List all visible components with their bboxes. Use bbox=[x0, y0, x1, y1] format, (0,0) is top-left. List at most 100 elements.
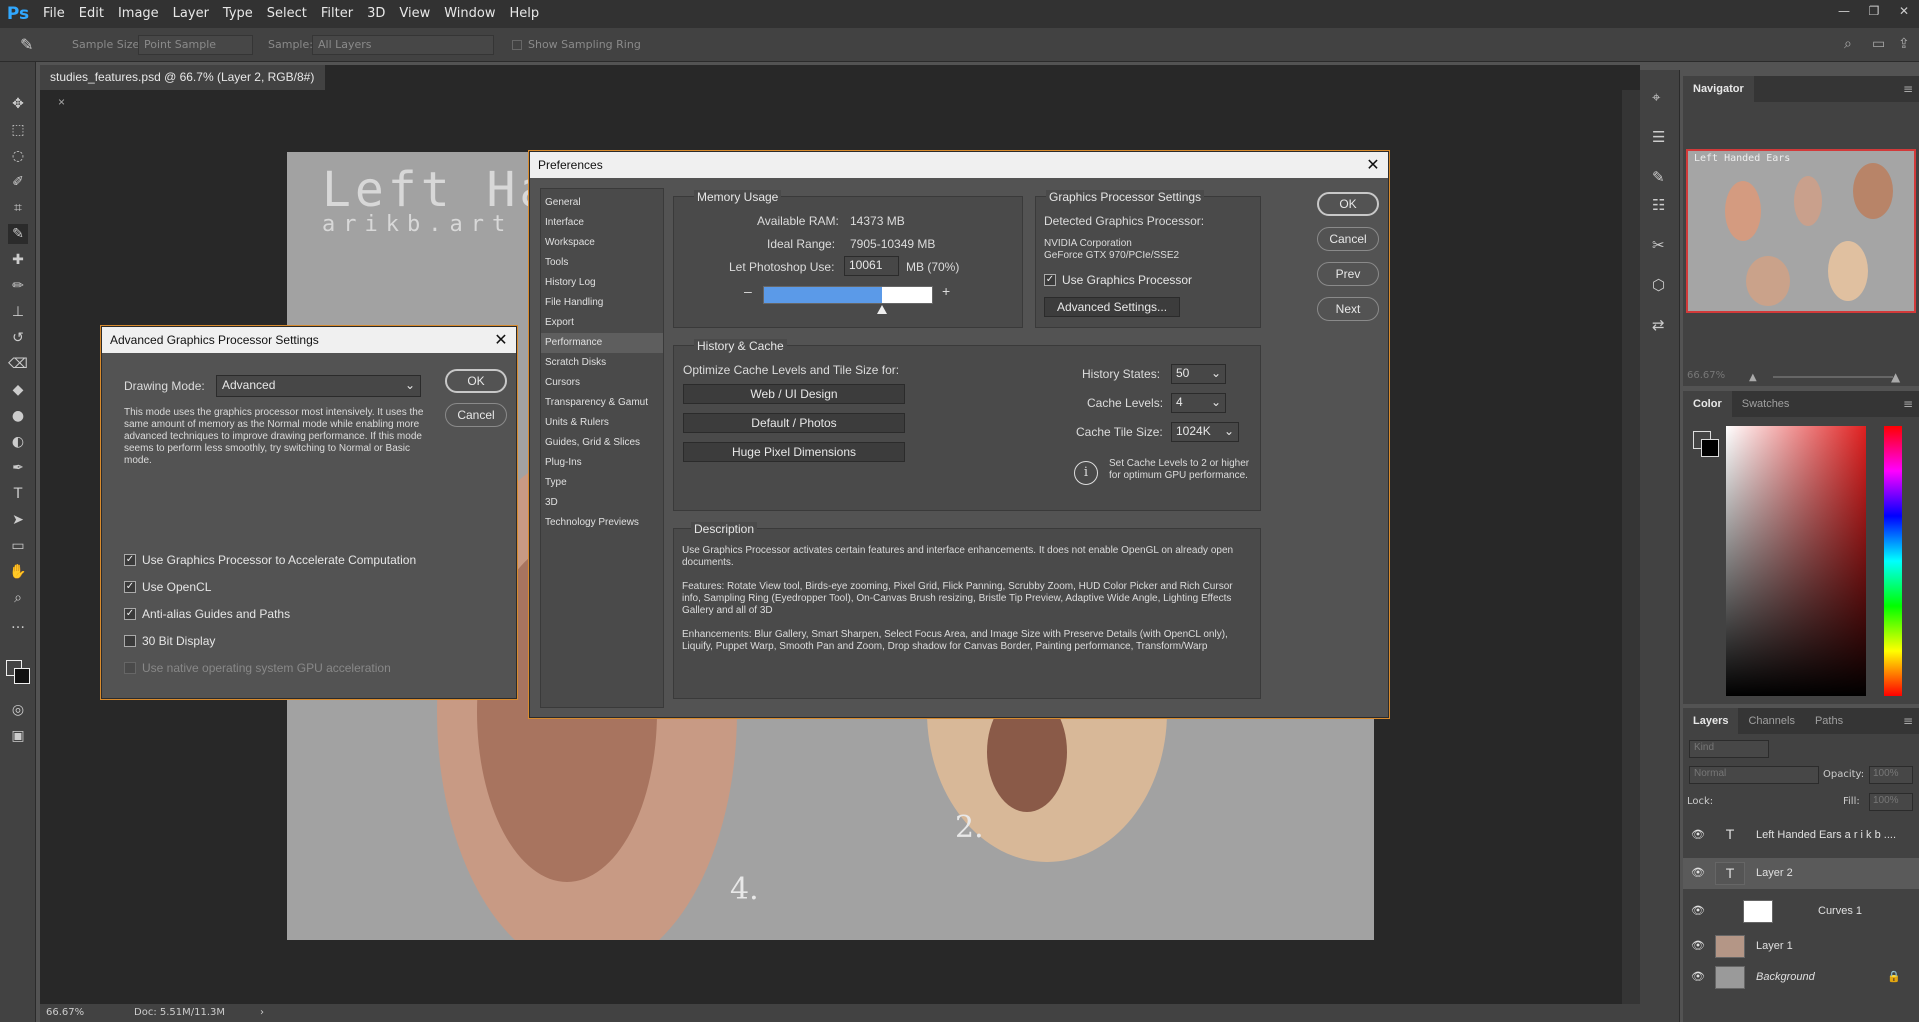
sample-select[interactable]: All Layers bbox=[312, 35, 494, 55]
dodge-tool-icon[interactable]: ◐ bbox=[8, 432, 28, 452]
brush-panel-icon[interactable]: ✎ bbox=[1652, 168, 1665, 186]
visibility-eye-icon[interactable]: 👁 bbox=[1691, 939, 1705, 952]
crop-tool-icon[interactable]: ⌗ bbox=[8, 198, 28, 218]
adjustments-panel-icon[interactable]: ☷ bbox=[1652, 196, 1665, 214]
menu-3d[interactable]: 3D bbox=[360, 0, 392, 28]
color-field[interactable] bbox=[1726, 426, 1866, 696]
tab-color[interactable]: Color bbox=[1683, 391, 1732, 417]
cache-tile-size-select[interactable]: 1024K ⌄ bbox=[1171, 422, 1239, 442]
web-ui-preset-button[interactable]: Web / UI Design bbox=[683, 384, 905, 404]
huge-pixel-preset-button[interactable]: Huge Pixel Dimensions bbox=[683, 442, 905, 462]
opencl-checkbox[interactable]: ✓ bbox=[124, 581, 136, 593]
pref-section-units-rulers[interactable]: Units & Rulers bbox=[541, 413, 663, 433]
use-gpu-checkbox[interactable]: ✓ bbox=[1044, 274, 1056, 286]
menu-image[interactable]: Image bbox=[111, 0, 166, 28]
menu-select[interactable]: Select bbox=[260, 0, 314, 28]
pref-section-guides-grid[interactable]: Guides, Grid & Slices bbox=[541, 433, 663, 453]
eyedropper-icon[interactable]: ✎ bbox=[20, 35, 33, 54]
layer-name[interactable]: Layer 1 bbox=[1756, 940, 1793, 952]
visibility-eye-icon[interactable]: 👁 bbox=[1691, 828, 1705, 841]
layer-name[interactable]: Layer 2 bbox=[1756, 867, 1793, 879]
tab-channels[interactable]: Channels bbox=[1738, 708, 1804, 734]
zoom-level[interactable]: 66.67% bbox=[46, 1004, 84, 1022]
sample-size-select[interactable]: Point Sample bbox=[138, 35, 253, 55]
eraser-tool-icon[interactable]: ⌫ bbox=[8, 354, 28, 374]
prefs-cancel-button[interactable]: Cancel bbox=[1317, 227, 1379, 251]
fill-input[interactable]: 100% bbox=[1869, 793, 1913, 811]
brush-tool-icon[interactable]: ✏ bbox=[8, 276, 28, 296]
navigator-preview[interactable]: Left Handed Ears bbox=[1686, 149, 1916, 313]
memory-slider[interactable] bbox=[763, 286, 933, 304]
layer-kind-filter[interactable]: Kind bbox=[1689, 740, 1769, 758]
quick-mask-icon[interactable]: ◎ bbox=[8, 700, 28, 720]
workspace-icon[interactable]: ▭ bbox=[1872, 36, 1885, 52]
pref-section-interface[interactable]: Interface bbox=[541, 213, 663, 233]
eyedropper-tool-icon[interactable]: ✎ bbox=[8, 224, 28, 244]
background-color-swatch[interactable] bbox=[14, 668, 30, 684]
pref-section-performance[interactable]: Performance bbox=[541, 333, 663, 353]
layer-name[interactable]: Curves 1 bbox=[1818, 905, 1862, 917]
vertical-scrollbar[interactable] bbox=[1622, 90, 1640, 1004]
type-tool-icon[interactable]: T bbox=[8, 484, 28, 504]
menu-file[interactable]: File bbox=[36, 0, 72, 28]
menu-layer[interactable]: Layer bbox=[166, 0, 216, 28]
30bit-checkbox[interactable] bbox=[124, 635, 136, 647]
pref-section-transparency[interactable]: Transparency & Gamut bbox=[541, 393, 663, 413]
menu-help[interactable]: Help bbox=[503, 0, 547, 28]
close-icon[interactable]: ✕ bbox=[1889, 0, 1919, 28]
layer-name[interactable]: Left Handed Ears a r i k b .... bbox=[1756, 829, 1896, 841]
prefs-ok-button[interactable]: OK bbox=[1317, 192, 1379, 216]
layer-row[interactable]: 👁 Background 🔒 bbox=[1683, 962, 1919, 993]
paint-bucket-icon[interactable]: ◆ bbox=[8, 380, 28, 400]
layer-name[interactable]: Background bbox=[1756, 971, 1815, 983]
menu-edit[interactable]: Edit bbox=[72, 0, 111, 28]
stamp-tool-icon[interactable]: ⊥ bbox=[8, 302, 28, 322]
pref-section-tools[interactable]: Tools bbox=[541, 253, 663, 273]
timeline-panel-icon[interactable]: ⇄ bbox=[1652, 316, 1665, 334]
preferences-close-icon[interactable]: ✕ bbox=[1358, 152, 1388, 178]
memory-decrease-icon[interactable]: – bbox=[744, 283, 752, 299]
show-ring-checkbox[interactable] bbox=[512, 40, 522, 50]
pref-section-file-handling[interactable]: File Handling bbox=[541, 293, 663, 313]
prefs-next-button[interactable]: Next bbox=[1317, 297, 1379, 321]
visibility-eye-icon[interactable]: 👁 bbox=[1691, 866, 1705, 879]
hue-slider[interactable] bbox=[1884, 426, 1902, 696]
document-tab[interactable]: studies_features.psd @ 66.7% (Layer 2, R… bbox=[40, 65, 325, 109]
zoom-tool-icon[interactable]: ⌕ bbox=[8, 588, 28, 608]
navigator-zoom-slider[interactable] bbox=[1773, 376, 1893, 378]
lasso-tool-icon[interactable]: ◌ bbox=[8, 146, 28, 166]
visibility-eye-icon[interactable]: 👁 bbox=[1691, 904, 1705, 917]
pref-section-plugins[interactable]: Plug-Ins bbox=[541, 453, 663, 473]
healing-brush-icon[interactable]: ✚ bbox=[8, 250, 28, 270]
adv-ok-button[interactable]: OK bbox=[445, 369, 507, 393]
3d-panel-icon[interactable]: ⬡ bbox=[1652, 276, 1665, 294]
layer-row[interactable]: 👁 Layer 1 bbox=[1683, 931, 1919, 962]
blur-tool-icon[interactable]: ● bbox=[8, 406, 28, 426]
drawing-mode-select[interactable]: Advanced ⌄ bbox=[216, 375, 421, 397]
tab-navigator[interactable]: Navigator bbox=[1683, 76, 1754, 102]
memory-input[interactable]: 10061 bbox=[844, 256, 899, 276]
advanced-settings-button[interactable]: Advanced Settings... bbox=[1044, 297, 1180, 317]
screen-mode-icon[interactable]: ▣ bbox=[8, 726, 28, 746]
gpu-compute-checkbox[interactable]: ✓ bbox=[124, 554, 136, 566]
menu-type[interactable]: Type bbox=[216, 0, 260, 28]
menu-window[interactable]: Window bbox=[437, 0, 502, 28]
menu-view[interactable]: View bbox=[392, 0, 437, 28]
zoom-out-icon[interactable]: ▲ bbox=[1749, 372, 1757, 383]
layer-row[interactable]: 👁 T Left Handed Ears a r i k b .... bbox=[1683, 820, 1919, 851]
history-brush-icon[interactable]: ↺ bbox=[8, 328, 28, 348]
zoom-in-icon[interactable]: ▲ bbox=[1891, 370, 1900, 384]
info-panel-icon[interactable]: ⌖ bbox=[1652, 88, 1660, 106]
color-bg-swatch[interactable] bbox=[1701, 439, 1719, 457]
pref-section-cursors[interactable]: Cursors bbox=[541, 373, 663, 393]
menu-filter[interactable]: Filter bbox=[314, 0, 360, 28]
status-arrow-icon[interactable]: › bbox=[260, 1004, 264, 1022]
native-gpu-checkbox[interactable] bbox=[124, 662, 136, 674]
layer-row[interactable]: 👁 Curves 1 bbox=[1683, 896, 1919, 927]
search-icon[interactable]: ⌕ bbox=[1844, 36, 1852, 52]
prefs-prev-button[interactable]: Prev bbox=[1317, 262, 1379, 286]
document-tab-close-icon[interactable]: × bbox=[58, 95, 65, 109]
minimize-icon[interactable]: — bbox=[1829, 0, 1859, 28]
move-tool-icon[interactable]: ✥ bbox=[8, 94, 28, 114]
pref-section-general[interactable]: General bbox=[541, 193, 663, 213]
